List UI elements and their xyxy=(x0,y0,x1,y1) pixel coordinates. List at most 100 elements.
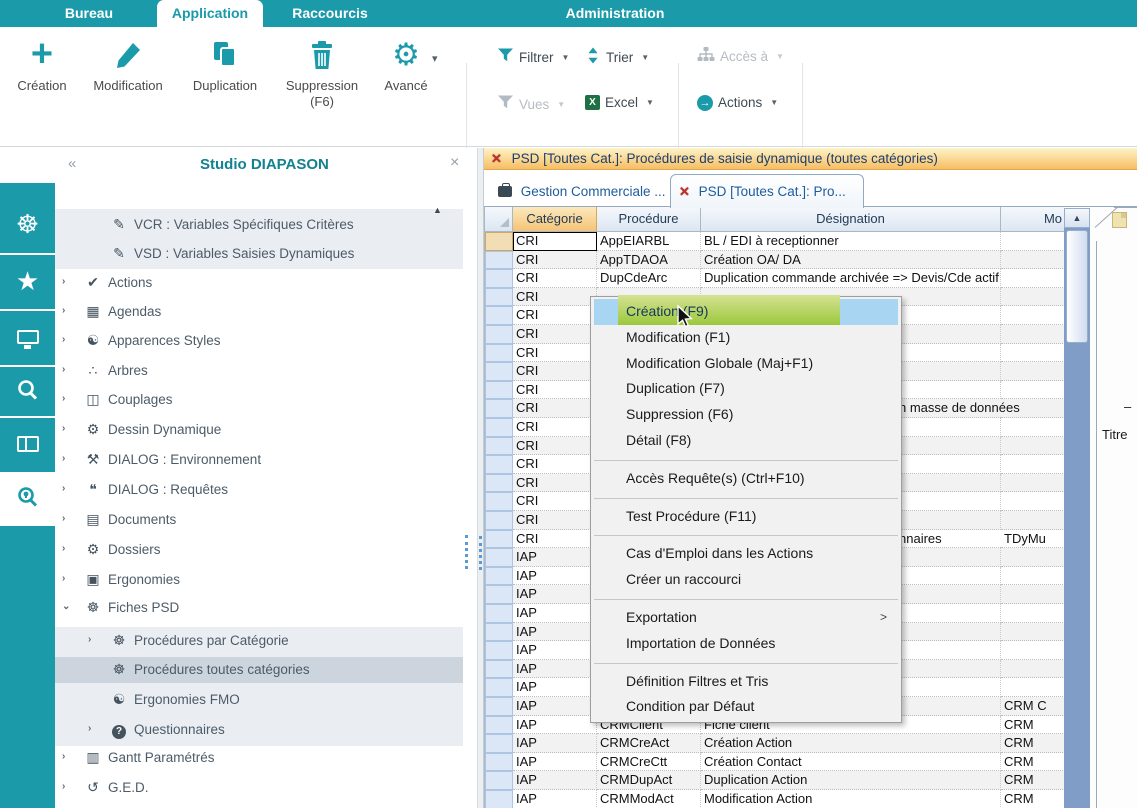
column-header-Désignation[interactable]: Désignation xyxy=(701,207,1001,232)
chevron-right-icon[interactable]: › xyxy=(62,276,65,287)
document-tab-1[interactable]: Gestion Commerciale ... xyxy=(490,177,666,207)
cell-designation[interactable]: Création OA/ DA xyxy=(701,251,1001,270)
context-menu-item-importation-de-donn-es[interactable]: Importation de Données xyxy=(591,631,901,657)
chevron-right-icon[interactable]: › xyxy=(62,364,65,375)
context-menu-item-cas-d-emploi-dans-les-actions[interactable]: Cas d'Emploi dans les Actions xyxy=(591,541,901,567)
tree-scroll-up-icon[interactable]: ▲ xyxy=(433,205,442,215)
sidebar-item-questionnaires[interactable]: ›?Questionnaires xyxy=(55,717,463,743)
chevron-right-icon[interactable]: › xyxy=(88,634,91,645)
chevron-right-icon[interactable]: › xyxy=(62,305,65,316)
chevron-right-icon[interactable]: › xyxy=(62,513,65,524)
cell-categorie[interactable]: IAP xyxy=(513,716,597,735)
cell-modele[interactable]: CRM xyxy=(1001,771,1064,790)
cell-modele[interactable] xyxy=(1001,455,1064,474)
context-menu-item-modification-globale-maj-f1[interactable]: Modification Globale (Maj+F1) xyxy=(591,351,901,377)
sidebar-collapse-icon[interactable]: « xyxy=(68,155,76,172)
ribbon-button-trash[interactable]: Suppression (F6) xyxy=(276,35,368,139)
sidebar-item-dessin-dynamique[interactable]: ›⚙Dessin Dynamique xyxy=(55,417,463,443)
table-row[interactable]: IAPCRMCreActCréation ActionCRM xyxy=(485,734,1064,753)
context-menu-item-acc-s-requ-te-s-ctrl-f10[interactable]: Accès Requête(s) (Ctrl+F10) xyxy=(591,466,901,492)
chevron-right-icon[interactable]: › xyxy=(62,483,65,494)
row-indicator-cell[interactable] xyxy=(485,251,513,270)
cell-modele[interactable] xyxy=(1001,251,1064,270)
sidebar-item-vcr-variables-sp-cifiques-crit-res[interactable]: ✎VCR : Variables Spécifiques Critères xyxy=(55,212,463,238)
row-indicator-cell[interactable] xyxy=(485,381,513,400)
cell-modele[interactable]: CRM C xyxy=(1001,697,1064,716)
ribbon-button-copy[interactable]: Duplication xyxy=(179,35,271,139)
chevron-right-icon[interactable]: › xyxy=(62,453,65,464)
chevron-down-icon[interactable]: ▼ xyxy=(770,98,778,107)
context-menu-item-cr-er-un-raccourci[interactable]: Créer un raccourci xyxy=(591,567,901,593)
chevron-right-icon[interactable]: › xyxy=(62,543,65,554)
cell-categorie[interactable]: CRI xyxy=(513,251,597,270)
sidebar-item-vsd-variables-saisies-dynamiques[interactable]: ✎VSD : Variables Saisies Dynamiques xyxy=(55,241,463,267)
table-row[interactable]: CRIDupCdeArcDuplication commande archivé… xyxy=(485,269,1064,288)
row-indicator-cell[interactable] xyxy=(485,306,513,325)
cell-procedure[interactable]: CRMDupAct xyxy=(597,771,701,790)
cell-categorie[interactable]: CRI xyxy=(513,455,597,474)
cell-categorie[interactable]: IAP xyxy=(513,604,597,623)
cell-modele[interactable] xyxy=(1001,474,1064,493)
table-row[interactable]: IAPCRMModActModification ActionCRM xyxy=(485,790,1064,808)
cell-categorie[interactable]: IAP xyxy=(513,697,597,716)
row-indicator-cell[interactable] xyxy=(485,511,513,530)
sidebar-item-proc-dures-par-cat-gorie[interactable]: ›☸Procédures par Catégorie xyxy=(55,628,463,654)
strip-item-desktop-monitor[interactable] xyxy=(0,309,55,363)
row-indicator-cell[interactable] xyxy=(485,269,513,288)
row-indicator-cell[interactable] xyxy=(485,362,513,381)
cell-modele[interactable] xyxy=(1001,623,1064,642)
cell-modele[interactable] xyxy=(1001,269,1064,288)
cell-modele[interactable]: CRM xyxy=(1001,753,1064,772)
sidebar-item-ergonomies-fmo[interactable]: ☯Ergonomies FMO xyxy=(55,687,463,713)
row-indicator-cell[interactable] xyxy=(485,492,513,511)
cell-designation[interactable]: Création Contact xyxy=(701,753,1001,772)
strip-item-search[interactable] xyxy=(0,365,55,419)
sidebar-item-g-e-d[interactable]: ›↺G.E.D. xyxy=(55,775,463,801)
cell-modele[interactable]: TDyMu xyxy=(1001,530,1064,549)
context-menu-item-modification-f1[interactable]: Modification (F1) xyxy=(591,325,901,351)
row-indicator-cell[interactable] xyxy=(485,716,513,735)
cell-categorie[interactable]: IAP xyxy=(513,678,597,697)
chevron-down-icon[interactable]: ⌄ xyxy=(62,601,70,612)
row-indicator-cell[interactable] xyxy=(485,790,513,808)
table-row[interactable]: IAPCRMCreCttCréation ContactCRM xyxy=(485,753,1064,772)
cell-modele[interactable] xyxy=(1001,325,1064,344)
sidebar-item-couplages[interactable]: ›◫Couplages xyxy=(55,387,463,413)
cell-modele[interactable] xyxy=(1001,399,1064,418)
column-header-row-indicator[interactable] xyxy=(485,207,513,232)
cell-procedure[interactable]: CRMCreAct xyxy=(597,734,701,753)
cell-modele[interactable] xyxy=(1001,344,1064,363)
row-indicator-cell[interactable] xyxy=(485,232,513,251)
cell-modele[interactable]: CRM xyxy=(1001,734,1064,753)
row-indicator-cell[interactable] xyxy=(485,623,513,642)
table-row[interactable]: IAPCRMDupActDuplication ActionCRM xyxy=(485,771,1064,790)
cell-modele[interactable] xyxy=(1001,232,1064,251)
cell-modele[interactable] xyxy=(1001,437,1064,456)
chevron-right-icon[interactable]: › xyxy=(62,751,65,762)
row-indicator-cell[interactable] xyxy=(485,455,513,474)
vertical-scrollbar-thumb[interactable] xyxy=(1066,230,1088,343)
context-menu-item-suppression-f6[interactable]: Suppression (F6) xyxy=(591,402,901,428)
cell-categorie[interactable]: IAP xyxy=(513,548,597,567)
row-indicator-cell[interactable] xyxy=(485,660,513,679)
context-menu-item-condition-par-d-faut[interactable]: Condition par Défaut xyxy=(591,694,901,720)
cell-categorie[interactable]: IAP xyxy=(513,790,597,808)
cell-procedure[interactable]: AppTDAOA xyxy=(597,251,701,270)
chevron-right-icon[interactable]: › xyxy=(88,723,91,734)
cell-modele[interactable]: CRM xyxy=(1001,790,1064,808)
sidebar-item-dialog-requ-tes[interactable]: ›❝DIALOG : Requêtes xyxy=(55,477,463,503)
row-indicator-cell[interactable] xyxy=(485,641,513,660)
sidebar-item-fiches-psd[interactable]: ⌄☸Fiches PSD xyxy=(55,595,463,621)
row-indicator-cell[interactable] xyxy=(485,585,513,604)
chevron-down-icon[interactable]: ▼ xyxy=(646,98,654,107)
cell-categorie[interactable]: CRI xyxy=(513,381,597,400)
ribbon-button-trier[interactable]: Trier▼ xyxy=(585,47,649,67)
document-tab-2[interactable]: ✕ PSD [Toutes Cat.]: Pro... xyxy=(670,174,864,208)
sidebar-item-arbres[interactable]: ›∴Arbres xyxy=(55,358,463,384)
sidebar-item-apparences-styles[interactable]: ›☯Apparences Styles xyxy=(55,328,463,354)
row-indicator-cell[interactable] xyxy=(485,567,513,586)
row-indicator-cell[interactable] xyxy=(485,288,513,307)
cell-modele[interactable] xyxy=(1001,362,1064,381)
cell-categorie[interactable]: CRI xyxy=(513,344,597,363)
row-indicator-cell[interactable] xyxy=(485,437,513,456)
